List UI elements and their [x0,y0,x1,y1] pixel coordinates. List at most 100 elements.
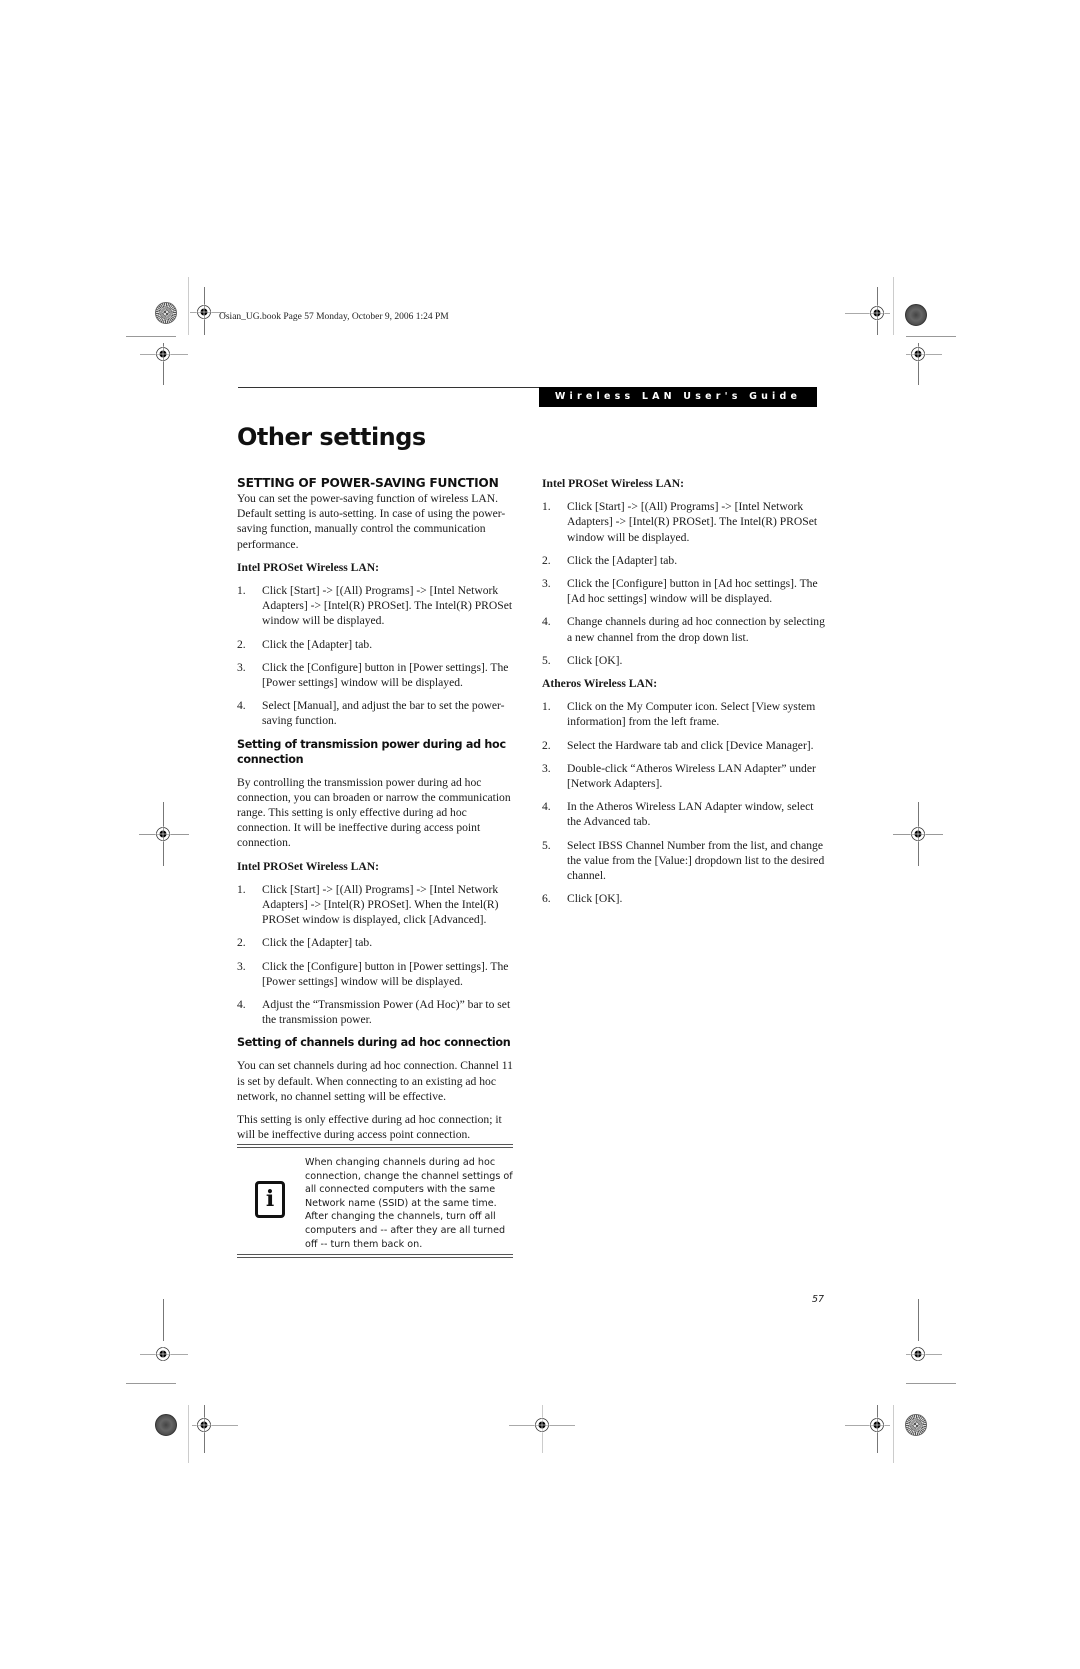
step-text: Select the Hardware tab and click [Devic… [567,738,814,752]
step-number: 4. [542,615,551,629]
crop-line [906,336,956,337]
step-number: 3. [542,761,551,775]
step-number: 3. [542,577,551,591]
step-text: Click on the My Computer icon. Select [V… [567,700,816,729]
right-column: Intel PROSet Wireless LAN: 1. Click [Star… [542,476,827,914]
step-text: Click the [Adapter] tab. [262,637,373,651]
step-text: Change channels during ad hoc connection… [567,615,825,644]
subheading-intel-proset: Intel PROSet Wireless LAN: [542,477,685,490]
step-number: 1. [542,500,551,514]
crop-line [126,336,176,337]
crop-line [188,277,189,335]
info-icon: i [255,1181,285,1218]
step-number: 5. [542,653,551,667]
registration-mark-icon [910,826,926,842]
step-text: Click [Start] -> [(All) Programs] -> [In… [262,584,513,628]
step-number: 1. [237,882,246,896]
list-item: 2. Select the Hardware tab and click [Dev… [542,738,827,753]
step-number: 2. [237,936,246,950]
list-item: 3. Click the [Configure] button in [Ad ho… [542,576,827,606]
transmission-heading: Setting of transmission power during ad … [237,737,506,766]
registration-mark-icon [910,346,926,362]
registration-mark-icon [155,1346,171,1362]
step-text: Click the [Configure] button in [Ad hoc … [567,577,818,606]
registration-mark-icon [910,1346,926,1362]
transmission-steps: 1. Click [Start] -> [(All) Programs] -> [… [237,882,522,1028]
registration-mark-icon [155,346,171,362]
list-item: 4. Select [Manual], and adjust the bar to… [237,698,522,728]
channels-heading: Setting of channels during ad hoc connec… [237,1036,511,1050]
note-rule-bottom [237,1254,513,1258]
step-number: 2. [542,738,551,752]
list-item: 4. Change channels during ad hoc connecti… [542,614,827,644]
intro-paragraph: You can set the power-saving function of… [237,492,506,551]
step-text: Select IBSS Channel Number from the list… [567,838,825,883]
list-item: 2. Click the [Adapter] tab. [237,637,522,652]
list-item: 2. Click the [Adapter] tab. [542,553,827,568]
step-number: 1. [237,584,246,598]
step-text: Adjust the “Transmission Power (Ad Hoc)”… [262,998,511,1027]
print-slug: Osian_UG.book Page 57 Monday, October 9,… [219,312,449,322]
color-registration-icon [155,1414,177,1436]
list-item: 1. Click on the My Computer icon. Select … [542,699,827,729]
list-item: 6. Click [OK]. [542,891,827,906]
crop-line [188,1405,189,1463]
list-item: 2. Click the [Adapter] tab. [237,935,522,950]
info-note: i When changing channels during ad hoc c… [237,1144,513,1258]
page-number: 57 [812,1294,825,1305]
crop-line [893,277,894,335]
registration-mark-icon [196,304,212,320]
section-heading: SETTING OF POWER-SAVING FUNCTION [237,476,499,490]
step-number: 3. [237,959,246,973]
running-header: Wireless LAN User's Guide [539,387,817,407]
note-text: When changing channels during ad hoc con… [305,1157,513,1250]
step-number: 4. [237,699,246,713]
step-number: 4. [237,998,246,1012]
step-number: 2. [542,553,551,567]
crop-line [918,1299,919,1341]
list-item: 1. Click [Start] -> [(All) Programs] -> [… [237,882,522,928]
list-item: 4. Adjust the “Transmission Power (Ad Hoc… [237,997,522,1027]
step-text: In the Atheros Wireless LAN Adapter wind… [567,800,814,829]
step-text: Double-click “Atheros Wireless LAN Adapt… [567,761,816,791]
list-item: 3. Click the [Configure] button in [Power… [237,660,522,690]
channels-paragraph: You can set channels during ad hoc conne… [237,1059,513,1103]
list-item: 3. Double-click “Atheros Wireless LAN Ada… [542,761,827,791]
subheading-atheros: Atheros Wireless LAN: [542,677,658,691]
registration-mark-icon [869,305,885,321]
step-text: Select [Manual], and adjust the bar to s… [262,699,505,728]
color-registration-icon [155,302,177,324]
channels-paragraph: This setting is only effective during ad… [237,1113,502,1142]
intel-channel-steps: 1. Click [Start] -> [(All) Programs] -> [… [542,499,827,668]
step-text: Click [Start] -> [(All) Programs] -> [In… [262,882,499,927]
step-text: Click the [Configure] button in [Power s… [262,959,509,988]
step-number: 5. [542,838,551,852]
step-number: 3. [237,660,246,674]
list-item: 5. Click [OK]. [542,653,827,668]
registration-mark-icon [155,826,171,842]
step-text: Click [Start] -> [(All) Programs] -> [In… [567,500,818,544]
header-rule [238,387,540,388]
crop-line [126,1383,176,1384]
left-column: SETTING OF POWER-SAVING FUNCTION You can… [237,476,522,1151]
list-item: 1. Click [Start] -> [(All) Programs] -> [… [237,583,522,629]
color-registration-icon [905,1414,927,1436]
page-title: Other settings [237,423,426,451]
subheading-intel-proset: Intel PROSet Wireless LAN: [237,560,380,574]
step-text: Click the [Configure] button in [Power s… [262,660,509,690]
step-text: Click the [Adapter] tab. [567,553,678,567]
registration-mark-icon [534,1417,550,1433]
list-item: 4. In the Atheros Wireless LAN Adapter wi… [542,799,827,829]
power-saving-steps: 1. Click [Start] -> [(All) Programs] -> [… [237,583,522,729]
step-number: 1. [542,700,551,714]
step-text: Click the [Adapter] tab. [262,936,373,950]
registration-mark-icon [196,1417,212,1433]
note-rule-top [237,1144,513,1148]
atheros-channel-steps: 1. Click on the My Computer icon. Select … [542,699,827,906]
list-item: 1. Click [Start] -> [(All) Programs] -> [… [542,499,827,545]
color-registration-icon [905,304,927,326]
transmission-paragraph: By controlling the transmission power du… [237,775,511,850]
step-number: 6. [542,892,551,906]
registration-mark-icon [869,1417,885,1433]
crop-line [906,1383,956,1384]
